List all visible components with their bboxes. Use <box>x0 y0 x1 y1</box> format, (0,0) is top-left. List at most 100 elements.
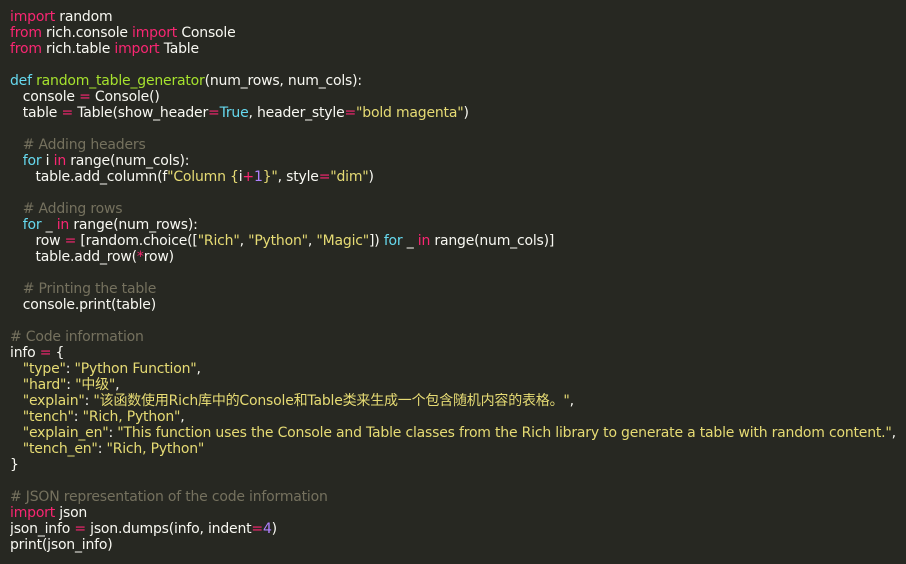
code-token-string: "dim" <box>330 169 369 185</box>
code-token-plain: table.add_column(f <box>10 169 168 185</box>
code-token-plain: , header_style <box>248 105 345 121</box>
code-token-string: "Rich, Python" <box>106 441 205 457</box>
code-token-keyword: in <box>417 233 431 249</box>
code-line[interactable]: def random_table_generator(num_rows, num… <box>10 73 906 89</box>
code-token-plain: table <box>10 105 62 121</box>
code-token-comment: # Printing the table <box>10 281 157 297</box>
code-token-plain: json_info <box>10 521 75 537</box>
code-token-plain: : <box>66 377 76 393</box>
code-token-string: "explain" <box>22 393 85 409</box>
code-line[interactable]: "type": "Python Function", <box>10 361 906 377</box>
code-line[interactable]: info = { <box>10 345 906 361</box>
code-token-plain: ) <box>463 105 469 121</box>
code-line[interactable]: # JSON representation of the code inform… <box>10 489 906 505</box>
code-line[interactable]: from rich.table import Table <box>10 41 906 57</box>
code-token-plain: ) <box>368 169 374 185</box>
code-line[interactable]: table.add_row(*row) <box>10 249 906 265</box>
code-line[interactable]: table.add_column(f"Column {i+1}", style=… <box>10 169 906 185</box>
code-token-plain: range(num_cols)] <box>430 233 555 249</box>
code-line[interactable] <box>10 121 906 137</box>
code-token-string: "Rich, Python" <box>82 409 181 425</box>
code-token-string: "bold magenta" <box>356 105 464 121</box>
code-line[interactable]: console = Console() <box>10 89 906 105</box>
code-line[interactable] <box>10 265 906 281</box>
code-token-plain: table.add_row( <box>10 249 138 265</box>
code-line[interactable]: for i in range(num_cols): <box>10 153 906 169</box>
code-token-keyword: from <box>10 25 42 41</box>
code-token-string: "Python" <box>248 233 308 249</box>
code-token-plain: [random.choice([ <box>76 233 198 249</box>
code-token-plain: random <box>55 9 113 25</box>
code-token-string: "tench" <box>22 409 74 425</box>
code-token-def: for <box>22 217 42 233</box>
code-line[interactable]: # Code information <box>10 329 906 345</box>
code-line[interactable]: import random <box>10 9 906 25</box>
code-line[interactable]: # Printing the table <box>10 281 906 297</box>
code-token-plain: , <box>180 409 185 425</box>
code-line[interactable]: console.print(table) <box>10 297 906 313</box>
code-line[interactable]: "tench": "Rich, Python", <box>10 409 906 425</box>
code-line[interactable] <box>10 57 906 73</box>
code-token-plain: (num_rows, num_cols): <box>204 73 363 89</box>
code-token-plain: Table <box>159 41 199 57</box>
code-line[interactable]: "explain": "该函数使用Rich库中的Console和Table类来生… <box>10 393 906 409</box>
code-token-plain: Table(show_header <box>73 105 209 121</box>
code-line[interactable] <box>10 185 906 201</box>
code-token-plain: : <box>65 361 75 377</box>
code-token-operator: = <box>61 105 73 121</box>
code-token-operator: = <box>344 105 357 121</box>
code-line[interactable]: # Adding rows <box>10 201 906 217</box>
code-line[interactable] <box>10 473 906 489</box>
code-token-plain: , <box>239 233 249 249</box>
code-token-string: "tench_en" <box>22 441 98 457</box>
code-token-plain: i <box>41 153 54 169</box>
code-token-operator: = <box>74 521 86 537</box>
code-line[interactable]: print(json_info) <box>10 537 906 553</box>
code-token-plain: Console() <box>90 89 160 105</box>
code-token-operator: = <box>79 89 91 105</box>
code-token-plain: _ <box>402 233 418 249</box>
code-token-string: "中级" <box>75 377 116 393</box>
code-line[interactable]: } <box>10 457 906 473</box>
code-token-string: "This function uses the Console and Tabl… <box>117 425 892 441</box>
code-token-keyword: import <box>114 41 160 57</box>
code-line[interactable]: "hard": "中级", <box>10 377 906 393</box>
code-token-plain: range(num_cols): <box>66 153 190 169</box>
code-token-operator: = <box>208 105 220 121</box>
code-token-plain: : <box>73 409 83 425</box>
code-token-plain: ]) <box>369 233 384 249</box>
code-line[interactable]: import json <box>10 505 906 521</box>
code-token-plain: row <box>10 233 65 249</box>
code-token-operator: = <box>251 521 263 537</box>
code-token-number: 4 <box>262 521 272 537</box>
code-token-keyword: import <box>132 25 178 41</box>
code-line[interactable]: row = [random.choice(["Rich", "Python", … <box>10 233 906 249</box>
code-token-comment: # Code information <box>10 329 144 345</box>
code-token-plain: { <box>51 345 65 361</box>
code-token-keyword: import <box>10 9 56 25</box>
code-token-plain: , <box>196 361 201 377</box>
code-token-plain: json <box>55 505 88 521</box>
code-token-string: "Python Function" <box>74 361 197 377</box>
code-editor[interactable]: import random from rich.console import Co… <box>0 0 906 564</box>
code-line[interactable]: table = Table(show_header=True, header_s… <box>10 105 906 121</box>
code-line[interactable]: "tench_en": "Rich, Python" <box>10 441 906 457</box>
code-line[interactable]: from rich.console import Console <box>10 25 906 41</box>
code-token-operator: = <box>39 345 52 361</box>
code-line[interactable]: for _ in range(num_rows): <box>10 217 906 233</box>
code-token-string: "Column { <box>167 169 239 185</box>
code-line[interactable]: # Adding headers <box>10 137 906 153</box>
code-line[interactable] <box>10 313 906 329</box>
code-token-plain: console <box>10 89 80 105</box>
code-token-plain: print(json_info) <box>10 537 113 553</box>
code-line[interactable]: json_info = json.dumps(info, indent=4) <box>10 521 906 537</box>
code-line[interactable]: "explain_en": "This function uses the Co… <box>10 425 906 441</box>
code-token-plain: _ <box>41 217 57 233</box>
code-token-string: "Magic" <box>316 233 370 249</box>
